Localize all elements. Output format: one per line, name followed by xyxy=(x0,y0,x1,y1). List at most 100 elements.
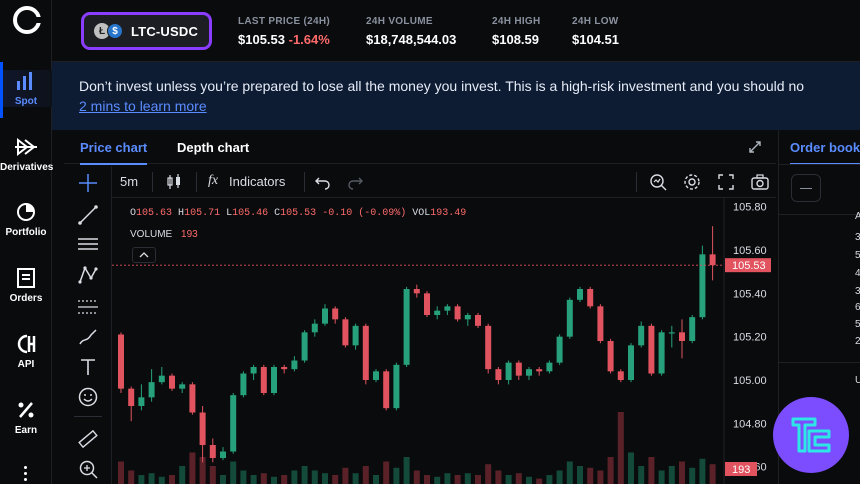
settings-gear-icon[interactable] xyxy=(682,172,702,192)
nav-item-portfolio[interactable]: Portfolio xyxy=(0,201,52,238)
candle-body xyxy=(220,451,226,458)
horizontal-lines-icon[interactable] xyxy=(77,234,99,256)
nav-item-api[interactable]: API xyxy=(0,333,52,370)
volume-bar xyxy=(220,475,226,484)
candle-body xyxy=(169,375,175,389)
volume-bar xyxy=(709,464,716,484)
volume-bar xyxy=(638,466,645,484)
volume-bar xyxy=(230,461,237,484)
volume-bar xyxy=(138,475,145,484)
trend-line-icon[interactable] xyxy=(77,204,99,226)
last-price-label: LAST PRICE (24H) xyxy=(238,16,331,27)
learn-more-link[interactable]: 2 mins to learn more xyxy=(79,98,207,114)
tab-order-book[interactable]: Order book xyxy=(790,140,860,165)
volume-bar xyxy=(342,467,349,484)
candle-body xyxy=(607,341,614,372)
toolbar-divider xyxy=(304,172,305,192)
aggregation-button[interactable] xyxy=(791,174,821,202)
volume-bar xyxy=(271,476,277,484)
volume-bar xyxy=(475,475,481,484)
crosshair-icon[interactable] xyxy=(77,172,99,194)
candle-body xyxy=(281,367,288,370)
candle-body xyxy=(403,289,410,365)
risk-warning-banner: Don’t invest unless you’re prepared to l… xyxy=(64,62,860,130)
camera-icon[interactable] xyxy=(750,172,770,192)
nav-label-portfolio: Portfolio xyxy=(5,227,47,238)
ruler-icon[interactable] xyxy=(77,428,99,450)
nav-label-earn: Earn xyxy=(14,425,38,436)
zoom-search-icon[interactable] xyxy=(648,172,668,192)
candle-body xyxy=(444,306,451,311)
pair-selector-button[interactable]: Ł $ LTC-USDC xyxy=(81,12,212,50)
volume-bar xyxy=(260,473,267,484)
volume-bar xyxy=(250,475,257,484)
candle-body xyxy=(679,332,685,341)
expand-icon[interactable] xyxy=(748,140,762,154)
tab-depth-chart[interactable]: Depth chart xyxy=(177,140,249,155)
nav-item-earn[interactable]: Earn xyxy=(0,399,52,436)
indicators-button[interactable]: Indicators xyxy=(229,174,285,189)
candle-body xyxy=(515,362,522,376)
candle-body xyxy=(454,306,461,320)
nav-label-api: API xyxy=(17,359,35,370)
toolbar-divider xyxy=(196,172,197,192)
stat-volume: 24H VOLUME $18,748,544.03 xyxy=(366,16,456,47)
candle-body xyxy=(362,325,369,380)
derivatives-icon xyxy=(15,137,37,157)
y-tick-label: 105.40 xyxy=(733,288,767,300)
volume-bar xyxy=(413,470,420,484)
y-tick-label: 105.00 xyxy=(733,375,767,387)
candle-body xyxy=(311,323,318,333)
undo-icon[interactable] xyxy=(313,172,333,192)
nav-item-spot[interactable]: Spot xyxy=(0,62,52,118)
candle-body xyxy=(383,371,390,409)
candle-body xyxy=(485,325,492,370)
interval-button[interactable]: 5m xyxy=(120,174,138,189)
nav-item-orders[interactable]: Orders xyxy=(0,267,52,304)
market-header: Ł $ LTC-USDC LAST PRICE (24H) $105.53 -1… xyxy=(52,0,860,62)
coinbase-logo-icon[interactable] xyxy=(13,6,41,34)
tab-price-chart[interactable]: Price chart xyxy=(80,140,148,165)
candle-type-icon[interactable] xyxy=(164,172,184,192)
volume-bar xyxy=(209,466,216,484)
brush-icon[interactable] xyxy=(77,326,99,348)
volume-bar xyxy=(383,461,390,484)
high-value: $108.59 xyxy=(492,32,539,47)
fullscreen-icon[interactable] xyxy=(716,172,736,192)
candle-body xyxy=(648,325,655,374)
drawing-toolbar xyxy=(64,166,112,484)
volume-bar xyxy=(679,461,685,484)
pattern-icon[interactable] xyxy=(77,264,99,286)
candle-body xyxy=(699,254,706,318)
candle-body xyxy=(413,289,420,294)
candle-body xyxy=(209,445,216,458)
ohlc-volume: 193.49 xyxy=(430,208,467,219)
volume-bar xyxy=(577,466,583,484)
candle-body xyxy=(179,384,186,389)
volume-bar xyxy=(169,475,175,484)
tf-logo-icon xyxy=(791,417,831,453)
more-icon[interactable] xyxy=(24,466,27,469)
collapse-legend-button[interactable] xyxy=(132,247,156,263)
nav-item-derivatives[interactable]: Derivatives xyxy=(0,136,54,173)
ob-row: 2 xyxy=(855,336,860,347)
volume-bar xyxy=(668,466,675,484)
fib-icon[interactable] xyxy=(77,296,99,318)
nav-label-spot: Spot xyxy=(14,96,38,107)
last-price-value: $105.53 xyxy=(238,32,285,47)
volume-bar xyxy=(322,473,328,484)
zoom-in-icon[interactable] xyxy=(77,458,99,480)
candlestick-chart[interactable]: 105.80105.60105.40105.20105.00104.80104.… xyxy=(112,198,776,484)
candle-body xyxy=(250,367,257,374)
tradingfinder-logo xyxy=(773,397,849,473)
candle-body xyxy=(424,293,430,315)
volume-bar xyxy=(658,470,665,484)
ob-row: 5 xyxy=(855,250,860,261)
emoji-icon[interactable] xyxy=(77,386,99,408)
y-tick-label: 105.60 xyxy=(733,245,767,257)
volume-bar xyxy=(403,457,410,484)
text-tool-icon[interactable] xyxy=(77,356,99,378)
nav-label-derivatives: Derivatives xyxy=(0,162,54,173)
candle-body xyxy=(526,369,532,376)
redo-icon[interactable] xyxy=(345,172,365,192)
